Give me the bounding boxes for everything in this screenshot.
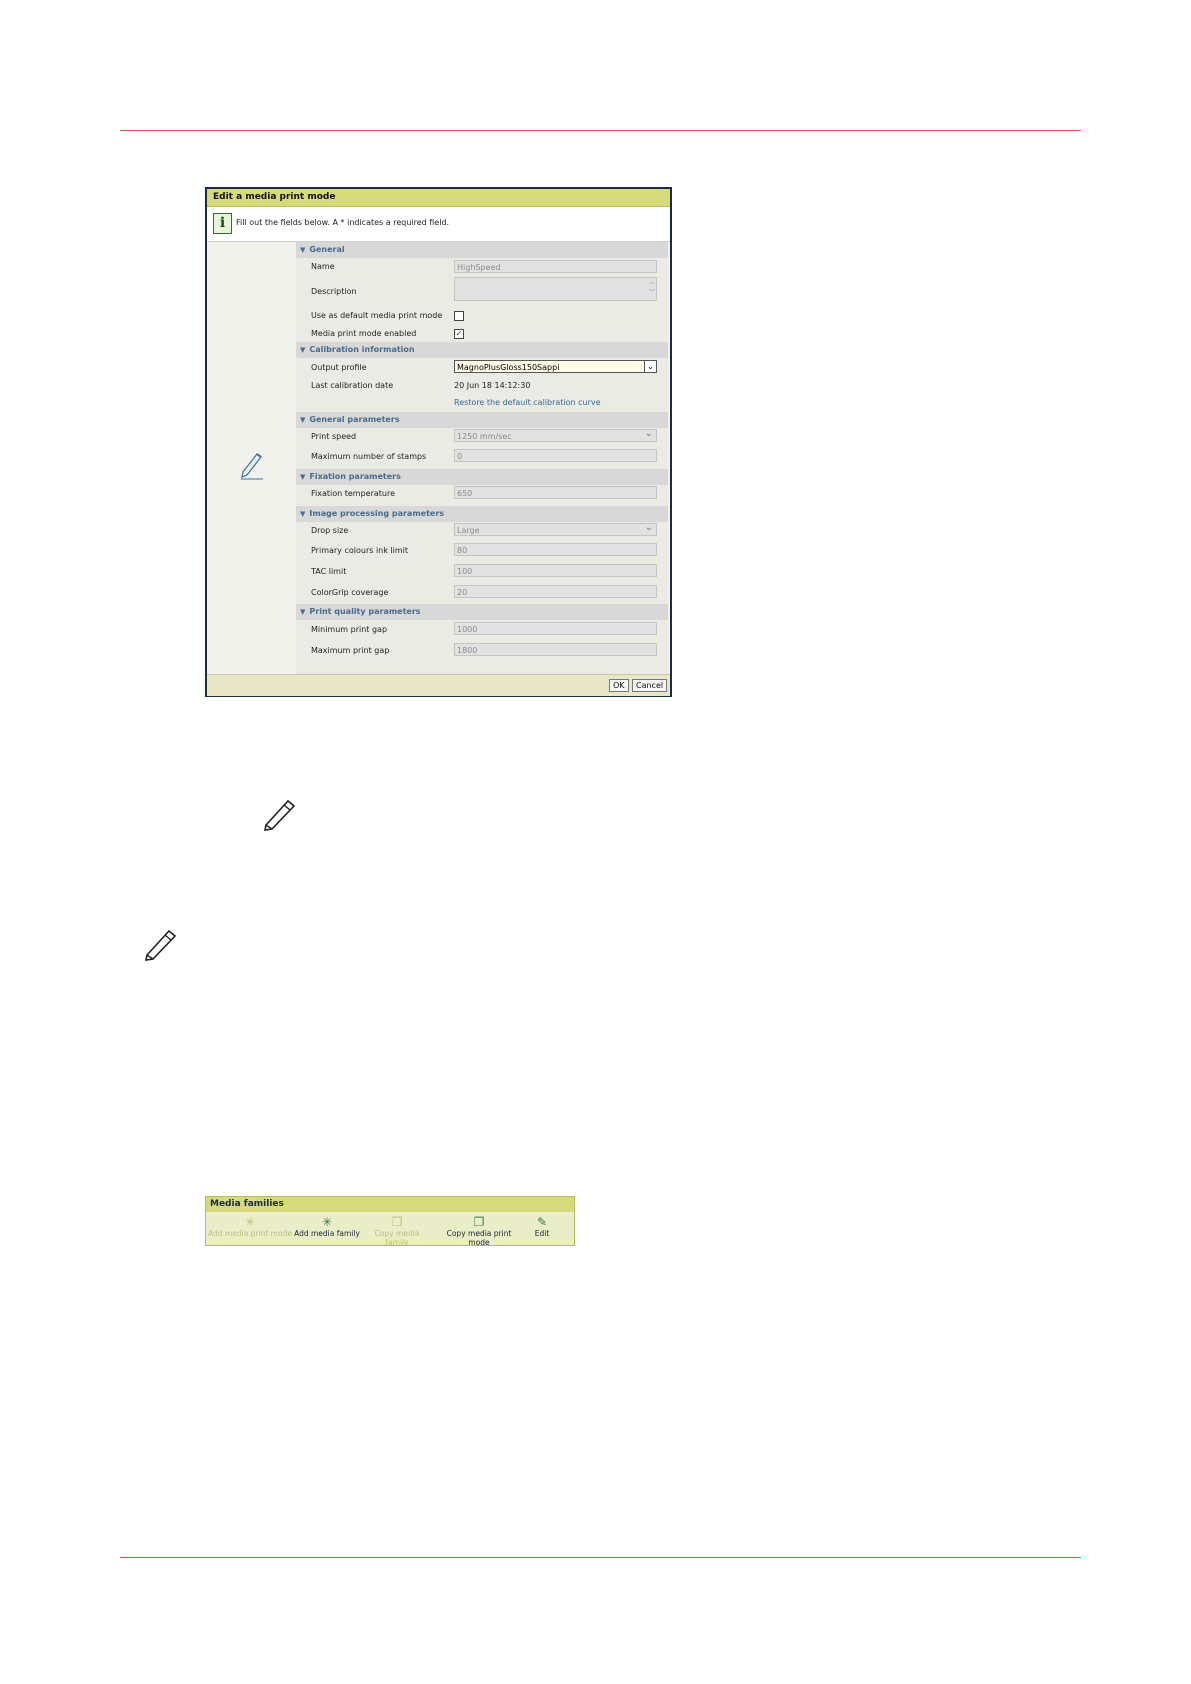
colorgrip-label: ColorGrip coverage bbox=[311, 588, 389, 597]
ok-button[interactable]: OK bbox=[609, 679, 629, 692]
min-gap-field[interactable]: 1000 bbox=[454, 622, 657, 635]
collapse-triangle-icon: ▼ bbox=[300, 416, 306, 424]
pencil-icon: ✎ bbox=[536, 1215, 548, 1229]
default-label: Use as default media print mode bbox=[311, 311, 443, 320]
print-speed-label: Print speed bbox=[311, 432, 357, 441]
max-stamps-field[interactable]: 0 bbox=[454, 449, 657, 462]
toolbar-item-label: Edit bbox=[534, 1229, 550, 1238]
copy-icon: ❐ bbox=[391, 1215, 403, 1229]
chevron-down-icon[interactable]: ⌄ bbox=[644, 361, 656, 372]
restore-calibration-link[interactable]: Restore the default calibration curve bbox=[454, 398, 601, 407]
max-gap-label: Maximum print gap bbox=[311, 646, 390, 655]
collapse-triangle-icon: ▼ bbox=[300, 346, 306, 354]
tac-field[interactable]: 100 bbox=[454, 564, 657, 577]
fix-temp-label: Fixation temperature bbox=[311, 489, 396, 498]
toolbar-item-label: Copy media family bbox=[374, 1229, 420, 1247]
toolbar-item-label: Add media family bbox=[294, 1229, 360, 1238]
section-general[interactable]: ▼ General bbox=[296, 242, 668, 258]
toolbar-item-label: Copy media print mode bbox=[446, 1229, 512, 1247]
last-cal-label: Last calibration date bbox=[311, 381, 394, 390]
primary-ink-field[interactable]: 80 bbox=[454, 543, 657, 556]
copy-media-print-mode-button[interactable]: ❐ Copy media print mode bbox=[435, 1215, 523, 1247]
print-speed-select[interactable]: 1250 mm/sec bbox=[454, 427, 657, 442]
enabled-label: Media print mode enabled bbox=[311, 329, 417, 338]
name-label: Name bbox=[311, 262, 335, 271]
note-pencil-icon bbox=[263, 799, 296, 831]
edit-media-print-mode-dialog: Edit a media print mode i Fill out the f… bbox=[205, 187, 672, 697]
toolbar-title: Media families bbox=[206, 1197, 574, 1212]
colorgrip-field[interactable]: 20 bbox=[454, 585, 657, 598]
dialog-footer: OK Cancel bbox=[207, 674, 670, 696]
collapse-triangle-icon: ▼ bbox=[300, 473, 306, 481]
pencil-icon bbox=[241, 453, 263, 480]
enabled-checkbox[interactable]: ✓ bbox=[454, 329, 464, 339]
note-pencil-icon bbox=[144, 929, 177, 961]
section-image-processing[interactable]: ▼ Image processing parameters bbox=[296, 506, 668, 522]
min-gap-label: Minimum print gap bbox=[311, 625, 388, 634]
info-icon: i bbox=[213, 213, 232, 234]
max-gap-field[interactable]: 1800 bbox=[454, 643, 657, 656]
scroll-arrows-icon[interactable]: ︿ ﹀ bbox=[648, 278, 656, 298]
media-families-toolbar: Media families ✳ Add media print mode ✳ … bbox=[205, 1196, 575, 1247]
drop-size-label: Drop size bbox=[311, 526, 349, 535]
dialog-side-panel bbox=[207, 242, 295, 674]
add-sparkle-icon: ✳ bbox=[244, 1215, 256, 1229]
collapse-triangle-icon: ▼ bbox=[300, 608, 306, 616]
output-profile-label: Output profile bbox=[311, 363, 367, 372]
output-profile-select[interactable]: MagnoPlusGloss150Sappi ⌄ bbox=[454, 360, 657, 373]
edit-button[interactable]: ✎ Edit bbox=[530, 1215, 554, 1238]
header-rule bbox=[120, 130, 1081, 131]
cancel-button[interactable]: Cancel bbox=[632, 679, 668, 692]
add-media-family-button[interactable]: ✳ Add media family bbox=[294, 1215, 360, 1238]
section-calibration[interactable]: ▼ Calibration information bbox=[296, 342, 668, 358]
primary-ink-label: Primary colours ink limit bbox=[311, 546, 409, 555]
dialog-form: ▼ General Name HighSpeed Description ︿ ﹀ U… bbox=[296, 242, 668, 674]
last-cal-value: 20 Jun 18 14:12:30 bbox=[454, 381, 531, 390]
copy-icon: ❐ bbox=[473, 1215, 485, 1229]
drop-size-select[interactable]: Large bbox=[454, 521, 657, 536]
fix-temp-field[interactable]: 650 bbox=[454, 486, 657, 499]
dialog-title: Edit a media print mode bbox=[207, 189, 670, 207]
output-profile-value: MagnoPlusGloss150Sappi bbox=[457, 363, 560, 372]
collapse-triangle-icon: ▼ bbox=[300, 246, 306, 254]
section-fixation[interactable]: ▼ Fixation parameters bbox=[296, 469, 668, 485]
info-text: Fill out the fields below. A * indicates… bbox=[236, 218, 450, 227]
toolbar-item-label: Add media print mode bbox=[208, 1229, 292, 1238]
default-checkbox[interactable] bbox=[454, 311, 464, 321]
footer-rule bbox=[120, 1557, 1081, 1558]
collapse-triangle-icon: ▼ bbox=[300, 510, 306, 518]
description-label: Description bbox=[311, 287, 357, 296]
info-bar: i Fill out the fields below. A * indicat… bbox=[207, 207, 670, 242]
section-general-parameters[interactable]: ▼ General parameters bbox=[296, 412, 668, 428]
copy-media-family-button[interactable]: ❐ Copy media family bbox=[362, 1215, 432, 1247]
add-media-print-mode-button[interactable]: ✳ Add media print mode bbox=[208, 1215, 292, 1238]
add-sparkle-icon: ✳ bbox=[321, 1215, 333, 1229]
section-print-quality[interactable]: ▼ Print quality parameters bbox=[296, 604, 668, 620]
name-field[interactable]: HighSpeed bbox=[454, 260, 657, 273]
max-stamps-label: Maximum number of stamps bbox=[311, 452, 427, 461]
description-scroll[interactable]: ︿ ﹀ bbox=[454, 277, 657, 301]
tac-label: TAC limit bbox=[311, 567, 347, 576]
